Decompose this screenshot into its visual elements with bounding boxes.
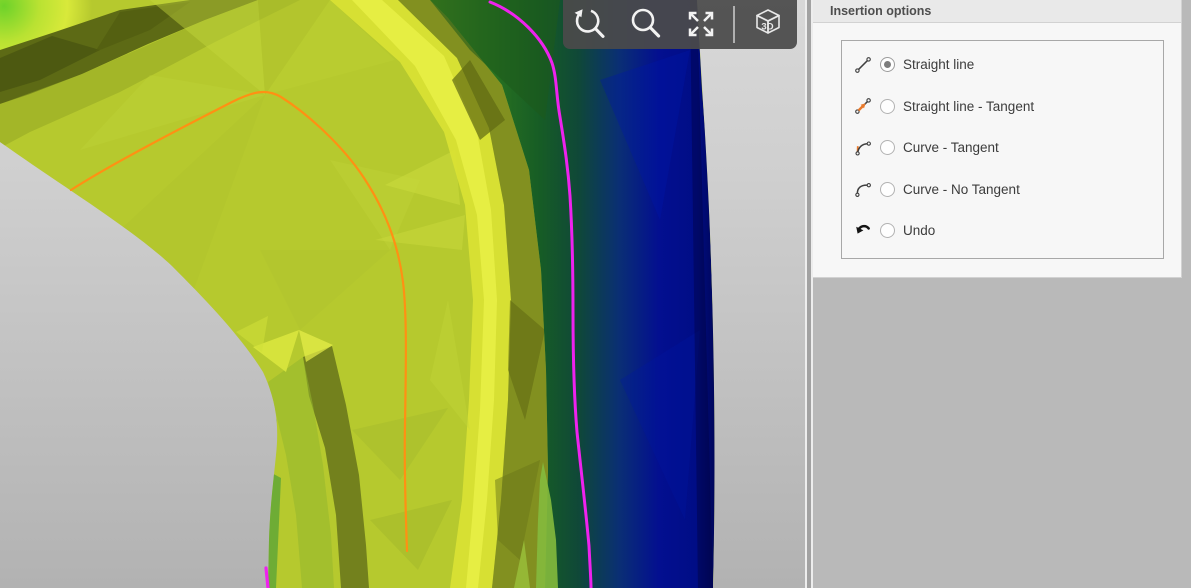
zoom-extents-button[interactable] xyxy=(681,3,721,45)
curve-no-tangent-icon xyxy=(853,180,873,198)
viewport-toolbar: 3D xyxy=(563,0,797,49)
option-curve-no-tangent[interactable]: Curve - No Tangent xyxy=(842,169,1163,211)
terrain-surface xyxy=(0,0,805,588)
straight-line-tangent-icon xyxy=(853,97,873,115)
viewport-3d[interactable]: 3D xyxy=(0,0,805,588)
option-label: Straight line - Tangent xyxy=(903,99,1034,114)
option-label: Straight line xyxy=(903,57,974,72)
undo-icon xyxy=(853,222,873,240)
contour-line-magenta-short xyxy=(266,568,268,588)
insertion-options-group: Straight line Straight line - Tangent xyxy=(841,40,1164,259)
radio-curve-no-tangent[interactable] xyxy=(880,182,895,197)
option-label: Curve - Tangent xyxy=(903,140,999,155)
cube-3d-icon: 3D xyxy=(750,6,786,42)
option-straight-line[interactable]: Straight line xyxy=(842,44,1163,86)
option-label: Curve - No Tangent xyxy=(903,182,1020,197)
straight-line-icon xyxy=(853,56,873,74)
panel-header: Insertion options xyxy=(813,0,1181,23)
toolbar-separator xyxy=(733,6,735,43)
radio-curve-tangent[interactable] xyxy=(880,140,895,155)
option-straight-line-tangent[interactable]: Straight line - Tangent xyxy=(842,86,1163,128)
panel-splitter[interactable] xyxy=(805,0,813,588)
zoom-button[interactable] xyxy=(626,3,666,45)
radio-straight-line-tangent[interactable] xyxy=(880,99,895,114)
view-3d-button[interactable]: 3D xyxy=(748,3,788,45)
svg-text:3D: 3D xyxy=(761,22,773,33)
zoom-previous-button[interactable] xyxy=(570,3,610,45)
splitter-handle[interactable] xyxy=(807,0,811,588)
terrain-mesh-canvas[interactable] xyxy=(0,0,805,588)
insertion-options-panel: Insertion options Straight line xyxy=(813,0,1191,588)
zoom-previous-icon xyxy=(572,6,608,42)
insertion-options-card: Insertion options Straight line xyxy=(813,0,1182,278)
app-window: 3D Insertion options xyxy=(0,0,1191,588)
panel-title: Insertion options xyxy=(830,4,931,18)
option-label: Undo xyxy=(903,223,935,238)
curve-tangent-icon xyxy=(853,139,873,157)
option-curve-tangent[interactable]: Curve - Tangent xyxy=(842,127,1163,169)
magnifier-icon xyxy=(628,6,664,42)
expand-arrows-icon xyxy=(683,6,719,42)
radio-straight-line[interactable] xyxy=(880,57,895,72)
option-undo[interactable]: Undo xyxy=(842,210,1163,252)
radio-undo[interactable] xyxy=(880,223,895,238)
